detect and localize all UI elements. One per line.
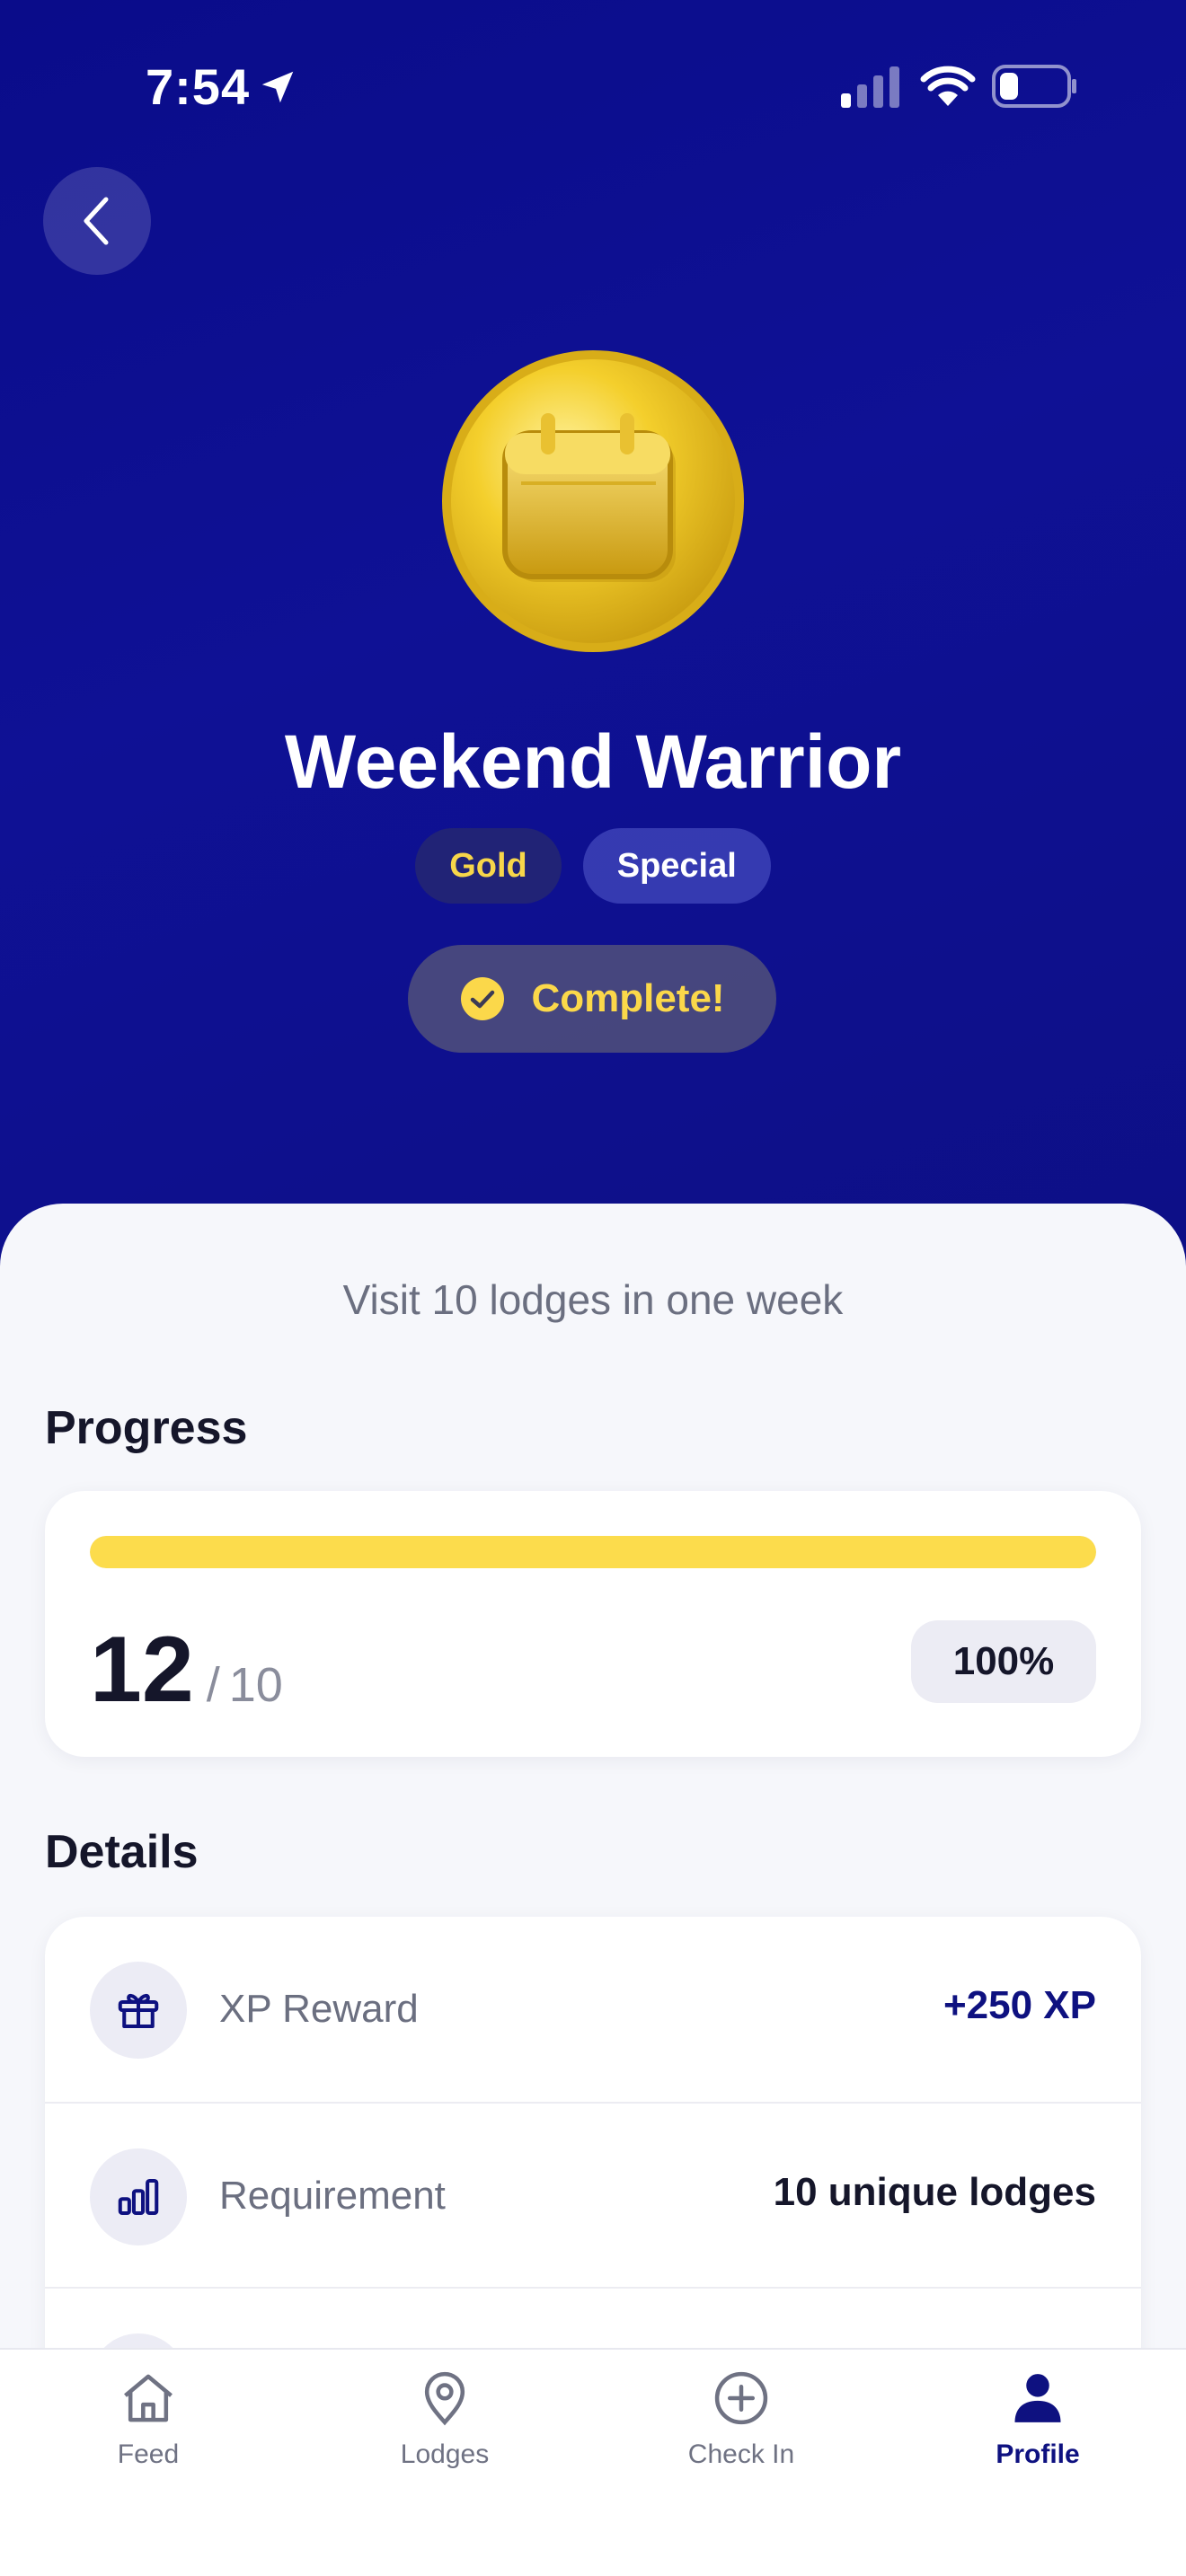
gold-medal-calendar-icon (442, 350, 744, 652)
bar-chart-icon (90, 2148, 187, 2245)
progress-percent-badge: 100% (911, 1620, 1096, 1703)
progress-section-title: Progress (45, 1402, 248, 1454)
tab-label: Lodges (400, 2439, 490, 2469)
check-circle-icon (461, 977, 505, 1020)
hero-header: 7:54 Weekend Warrior Gold Special Comple… (0, 0, 1186, 1275)
detail-value: 10 unique lodges (773, 2170, 1096, 2214)
tab-label: Profile (996, 2439, 1080, 2469)
gift-icon (90, 1962, 187, 2059)
progress-bar-fill (90, 1536, 1096, 1568)
tab-lodges[interactable]: Lodges (296, 2350, 593, 2576)
detail-label: Requirement (219, 2174, 446, 2218)
category-tag: Special (582, 828, 771, 904)
status-bar: 7:54 (0, 0, 1186, 171)
tab-bar: Feed Lodges Check In Profile (0, 2348, 1186, 2576)
person-icon (1014, 2374, 1061, 2422)
detail-row-xp-reward: XP Reward +250 XP (45, 1917, 1141, 2102)
tab-label: Check In (687, 2439, 795, 2469)
tab-profile[interactable]: Profile (890, 2350, 1186, 2576)
detail-value: +250 XP (943, 1983, 1096, 2027)
wifi-icon (920, 66, 976, 106)
tier-tag: Gold (415, 828, 562, 904)
progress-separator: / (206, 1658, 220, 1712)
home-icon (124, 2374, 173, 2422)
back-button[interactable] (43, 167, 151, 275)
battery-icon (992, 65, 1076, 108)
badge-tags: Gold Special (0, 828, 1186, 904)
progress-card: 12 / 10 100% (45, 1491, 1141, 1757)
plus-circle-icon (714, 2371, 768, 2425)
chevron-left-icon (84, 197, 109, 245)
completion-status-badge: Complete! (408, 945, 776, 1053)
tab-check-in[interactable]: Check In (593, 2350, 890, 2576)
progress-total: 10 (228, 1658, 283, 1712)
progress-current: 12 (90, 1618, 194, 1722)
badge-title: Weekend Warrior (284, 719, 902, 804)
status-time: 7:54 (146, 58, 251, 115)
badge-description: Visit 10 lodges in one week (342, 1276, 844, 1323)
location-pin-icon (424, 2371, 465, 2426)
completion-status-label: Complete! (531, 976, 725, 1020)
details-section-title: Details (45, 1826, 199, 1878)
progress-count: 12 / 10 (90, 1617, 283, 1724)
detail-row-requirement: Requirement 10 unique lodges (45, 2102, 1141, 2287)
cellular-signal-icon (841, 66, 899, 108)
location-arrow-icon (261, 71, 294, 103)
progress-bar (90, 1536, 1096, 1568)
tab-feed[interactable]: Feed (0, 2350, 296, 2576)
detail-label: XP Reward (219, 1987, 419, 2031)
tab-label: Feed (117, 2439, 180, 2469)
